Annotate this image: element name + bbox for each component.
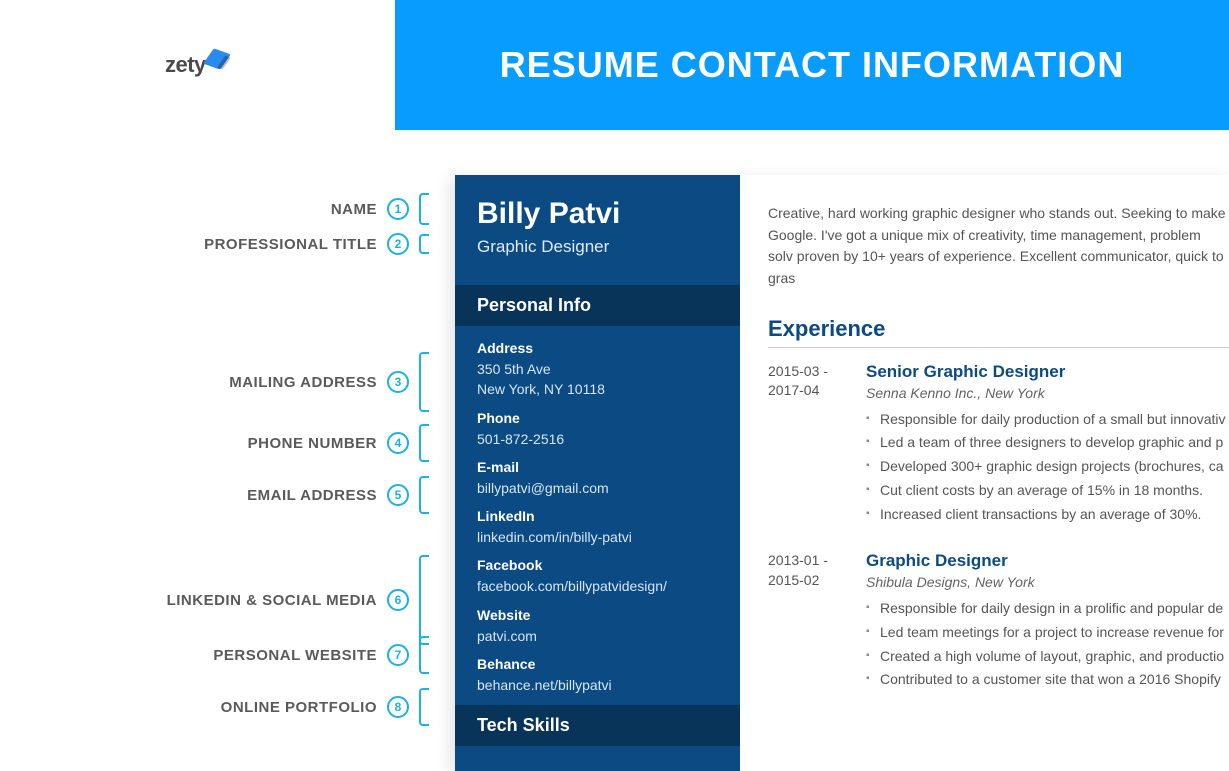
anno-label: MAILING ADDRESS xyxy=(229,374,377,391)
resume-main: Creative, hard working graphic designer … xyxy=(740,175,1229,771)
job-bullets: Responsible for daily design in a prolif… xyxy=(866,598,1229,691)
job-dates: 2015-03 - 2017-04 xyxy=(768,362,842,527)
bracket-icon xyxy=(419,352,429,412)
website-value: patvi.com xyxy=(477,626,718,646)
bullet: Responsible for daily production of a sm… xyxy=(866,409,1229,431)
anno-label: PROFESSIONAL TITLE xyxy=(204,236,377,253)
bracket-icon xyxy=(419,636,429,674)
bullet: Contributed to a customer site that won … xyxy=(866,669,1229,691)
experience-heading: Experience xyxy=(768,316,1229,348)
contact-info: Address 350 5th Ave New York, NY 10118 P… xyxy=(455,326,740,695)
bracket-icon xyxy=(419,555,429,645)
address-line1: 350 5th Ave xyxy=(477,361,551,377)
anno-label: PHONE NUMBER xyxy=(248,435,377,452)
bullet: Developed 300+ graphic design projects (… xyxy=(866,456,1229,478)
facebook-value: facebook.com/billypatvidesign/ xyxy=(477,576,718,596)
facebook-label: Facebook xyxy=(477,557,718,573)
address-value: 350 5th Ave New York, NY 10118 xyxy=(477,359,718,400)
resume-sidebar: Billy Patvi Graphic Designer Personal In… xyxy=(455,175,740,771)
phone-label: Phone xyxy=(477,410,718,426)
date-from: 2013-01 - xyxy=(768,552,828,568)
job-company: Senna Kenno Inc., New York xyxy=(866,385,1229,401)
date-to: 2015-02 xyxy=(768,572,819,588)
resume-name: Billy Patvi xyxy=(477,197,718,231)
bullet: Responsible for daily design in a prolif… xyxy=(866,598,1229,620)
anno-num: 2 xyxy=(387,233,409,255)
bracket-icon xyxy=(419,688,429,726)
bullet: Led a team of three designers to develop… xyxy=(866,432,1229,454)
anno-website: PERSONAL WEBSITE 7 xyxy=(0,636,395,674)
bullet: Created a high volume of layout, graphic… xyxy=(866,646,1229,668)
bullet: Increased client transactions by an aver… xyxy=(866,504,1229,526)
anno-num: 8 xyxy=(387,696,409,718)
anno-num: 3 xyxy=(387,371,409,393)
phone-value: 501-872-2516 xyxy=(477,429,718,449)
logo-text: zety xyxy=(165,52,206,77)
anno-num: 4 xyxy=(387,432,409,454)
job-entry: 2015-03 - 2017-04 Senior Graphic Designe… xyxy=(768,362,1229,527)
date-from: 2015-03 - xyxy=(768,363,828,379)
anno-label: LINKEDIN & SOCIAL MEDIA xyxy=(167,592,377,609)
banner-title: RESUME CONTACT INFORMATION xyxy=(500,44,1125,86)
anno-name: NAME 1 xyxy=(0,193,395,225)
job-dates: 2013-01 - 2015-02 xyxy=(768,551,842,693)
email-label: E-mail xyxy=(477,459,718,475)
resume-title: Graphic Designer xyxy=(477,237,718,257)
job-company: Shibula Designs, New York xyxy=(866,574,1229,590)
anno-label: NAME xyxy=(331,201,377,218)
job-title: Senior Graphic Designer xyxy=(866,362,1229,382)
anno-label: ONLINE PORTFOLIO xyxy=(221,699,377,716)
email-value: billypatvi@gmail.com xyxy=(477,478,718,498)
tech-skills-heading: Tech Skills xyxy=(455,705,740,746)
anno-phone: PHONE NUMBER 4 xyxy=(0,424,395,462)
website-label: Website xyxy=(477,607,718,623)
anno-email: EMAIL ADDRESS 5 xyxy=(0,476,395,514)
anno-portfolio: ONLINE PORTFOLIO 8 xyxy=(0,688,395,726)
job-title: Graphic Designer xyxy=(866,551,1229,571)
anno-label: EMAIL ADDRESS xyxy=(247,487,377,504)
anno-professional-title: PROFESSIONAL TITLE 2 xyxy=(0,233,395,255)
banner: RESUME CONTACT INFORMATION xyxy=(395,0,1229,130)
anno-num: 1 xyxy=(387,198,409,220)
job-bullets: Responsible for daily production of a sm… xyxy=(866,409,1229,525)
linkedin-label: LinkedIn xyxy=(477,508,718,524)
behance-label: Behance xyxy=(477,656,718,672)
bracket-icon xyxy=(419,424,429,462)
anno-num: 7 xyxy=(387,644,409,666)
bullet: Led team meetings for a project to incre… xyxy=(866,622,1229,644)
anno-num: 5 xyxy=(387,484,409,506)
anno-num: 6 xyxy=(387,589,409,611)
personal-info-heading: Personal Info xyxy=(455,285,740,326)
bracket-icon xyxy=(419,234,429,254)
bracket-icon xyxy=(419,476,429,514)
summary: Creative, hard working graphic designer … xyxy=(768,203,1229,290)
bracket-icon xyxy=(419,193,429,225)
date-to: 2017-04 xyxy=(768,382,819,398)
logo-cube-icon xyxy=(203,48,231,69)
behance-value: behance.net/billypatvi xyxy=(477,675,718,695)
zety-logo: zety xyxy=(165,50,226,78)
resume: Billy Patvi Graphic Designer Personal In… xyxy=(455,175,1229,771)
job-entry: 2013-01 - 2015-02 Graphic Designer Shibu… xyxy=(768,551,1229,693)
anno-label: PERSONAL WEBSITE xyxy=(213,647,377,664)
address-label: Address xyxy=(477,340,718,356)
left-panel: zety NAME 1 PROFESSIONAL TITLE 2 MAILING… xyxy=(0,0,395,771)
linkedin-value: linkedin.com/in/billy-patvi xyxy=(477,527,718,547)
address-line2: New York, NY 10118 xyxy=(477,381,605,397)
anno-social: LINKEDIN & SOCIAL MEDIA 6 xyxy=(0,555,395,645)
anno-mailing-address: MAILING ADDRESS 3 xyxy=(0,352,395,412)
bullet: Cut client costs by an average of 15% in… xyxy=(866,480,1229,502)
